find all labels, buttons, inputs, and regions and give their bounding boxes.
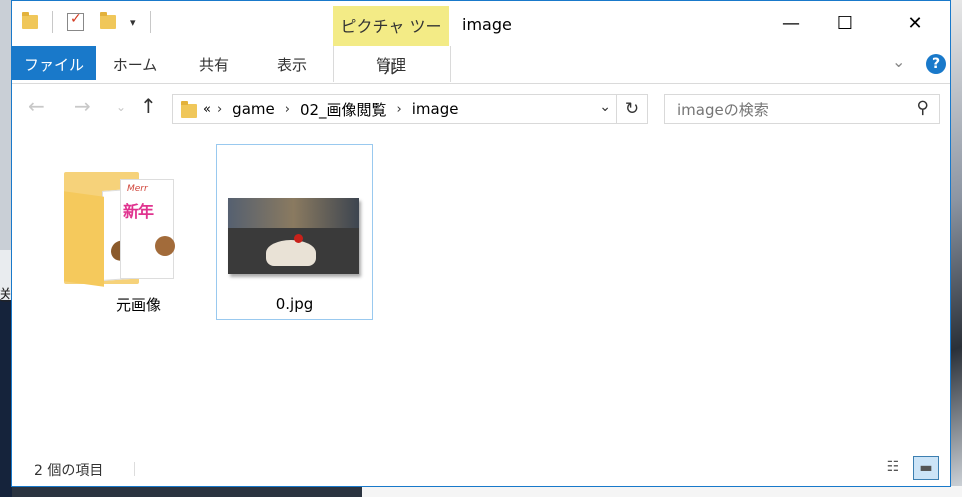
forward-arrow-icon[interactable]: →	[74, 94, 91, 118]
folder-icon	[22, 12, 38, 29]
minimize-button[interactable]: —	[768, 1, 814, 46]
file-list: Merr 新年 元画像 0.jpg	[12, 134, 950, 448]
navigation-bar: ← → ⌄ ↑ « › game › 02_画像閲覧 › image ⌄ ↻ ⚲	[12, 84, 950, 134]
item-label: 0.jpg	[275, 295, 314, 313]
desktop-bottom-edge	[362, 486, 962, 497]
tab-file[interactable]: ファイル	[12, 46, 96, 80]
address-bar[interactable]: « › game › 02_画像閲覧 › image ⌄ ↻	[172, 94, 648, 124]
maximize-button[interactable]: ☐	[822, 1, 868, 46]
toolbar-separator	[52, 11, 53, 33]
breadcrumb-overflow[interactable]: «	[203, 102, 211, 117]
toolbar-separator	[149, 11, 151, 33]
thumbnail-card: Merr 新年	[120, 179, 175, 279]
new-folder-icon[interactable]	[100, 12, 116, 29]
tab-manage[interactable]: 管理	[333, 46, 449, 80]
bear-illustration	[155, 236, 175, 256]
chevron-right-icon[interactable]: ›	[397, 102, 402, 117]
window-title: image	[462, 15, 512, 34]
explorer-window: ▾ ピクチャ ツール image — ☐ ✕ ファイル ホーム 共有 表示 管理…	[11, 0, 951, 487]
large-icons-view-icon[interactable]: ▬	[913, 456, 939, 480]
close-button[interactable]: ✕	[892, 1, 938, 46]
search-icon[interactable]: ⚲	[917, 98, 929, 118]
breadcrumb-02[interactable]: 02_画像閲覧	[300, 99, 387, 120]
status-bar: 2 個の項目 ☷ ▬	[12, 448, 950, 486]
back-arrow-icon[interactable]: ←	[28, 94, 45, 118]
cake-illustration	[266, 240, 316, 266]
strawberry-illustration	[294, 234, 303, 243]
ribbon-tabs: ファイル ホーム 共有 表示 管理 ⌄ ?	[12, 46, 950, 84]
refresh-icon[interactable]: ↻	[616, 95, 647, 123]
customize-toolbar-icon[interactable]: ▾	[130, 16, 136, 29]
search-input[interactable]	[675, 100, 899, 120]
details-view-icon[interactable]: ☷	[880, 456, 906, 480]
properties-icon[interactable]	[67, 11, 84, 31]
breadcrumb-image[interactable]: image	[412, 100, 459, 118]
card-text: 新年	[123, 202, 154, 221]
breadcrumb: « › game › 02_画像閲覧 › image	[203, 95, 458, 123]
title-bar: ▾ ピクチャ ツール image — ☐ ✕	[12, 1, 950, 78]
picture-tools-context-tab: ピクチャ ツール	[333, 6, 449, 78]
status-separator	[134, 462, 135, 476]
tab-share[interactable]: 共有	[184, 46, 244, 80]
thumbnail-background	[228, 198, 359, 228]
help-icon[interactable]: ?	[926, 54, 946, 74]
expand-ribbon-chevron-icon[interactable]: ⌄	[892, 52, 905, 71]
chevron-right-icon[interactable]: ›	[285, 102, 290, 117]
tab-home[interactable]: ホーム	[104, 46, 166, 80]
card-text: Merr	[127, 184, 148, 194]
folder-icon	[181, 101, 197, 118]
file-item[interactable]: 0.jpg	[216, 144, 373, 320]
breadcrumb-game[interactable]: game	[232, 100, 275, 118]
tab-view[interactable]: 表示	[262, 46, 322, 80]
image-thumbnail	[228, 198, 359, 274]
desktop-text-fragment: 送	[0, 286, 12, 304]
recent-locations-chevron-icon[interactable]: ⌄	[116, 100, 126, 114]
address-dropdown-icon[interactable]: ⌄	[599, 99, 611, 115]
up-arrow-icon[interactable]: ↑	[140, 94, 157, 118]
chevron-right-icon: ›	[216, 101, 223, 117]
folder-front	[64, 191, 104, 287]
quick-access-toolbar: ▾	[22, 11, 159, 33]
item-count: 2 個の項目	[34, 463, 104, 479]
item-label: 元画像	[115, 296, 161, 314]
folder-item[interactable]: Merr 新年 元画像	[60, 144, 217, 320]
search-box[interactable]: ⚲	[664, 94, 940, 124]
folder-thumbnail-icon: Merr 新年	[64, 164, 175, 287]
desktop-right-edge	[950, 0, 962, 497]
